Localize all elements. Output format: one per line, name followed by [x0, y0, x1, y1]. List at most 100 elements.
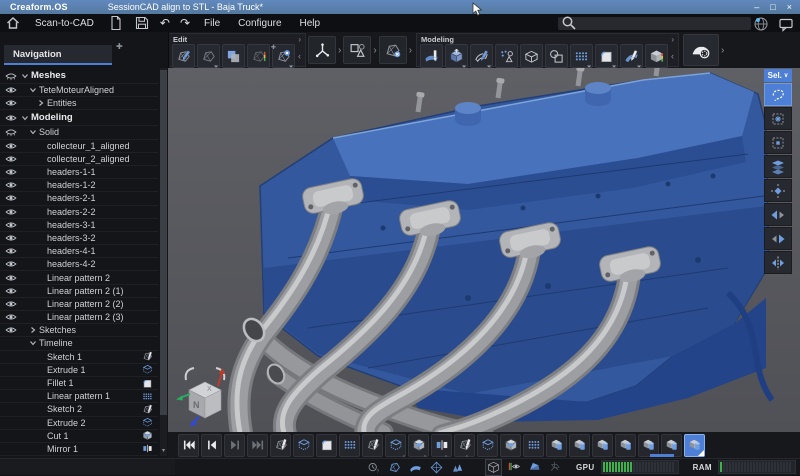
visibility-eye-icon[interactable]: [5, 245, 21, 257]
axis-plane-button[interactable]: [547, 459, 562, 474]
menu-file[interactable]: File: [195, 18, 229, 29]
tab-navigation[interactable]: Navigation: [4, 45, 112, 65]
visibility-eye-icon[interactable]: [5, 97, 21, 109]
cut-button[interactable]: [500, 434, 521, 457]
sketch-button[interactable]: [454, 434, 475, 457]
mesh-diamond-button[interactable]: ˆ: [429, 460, 444, 475]
visibility-eye-icon[interactable]: [5, 258, 21, 270]
subtract-button[interactable]: [569, 434, 590, 457]
tree-item-sketch-2[interactable]: Sketch 2: [0, 403, 158, 416]
extrude-box-button[interactable]: [445, 44, 468, 68]
layers-button[interactable]: [764, 155, 792, 178]
mirror-button[interactable]: [431, 434, 452, 457]
visibility-eye-icon[interactable]: [5, 285, 21, 297]
rect-overlap-button[interactable]: [222, 44, 245, 68]
box-select-arrows-button[interactable]: [764, 107, 792, 130]
subtract-button[interactable]: [615, 434, 636, 457]
visibility-eye-icon[interactable]: [5, 298, 21, 310]
tree-item-sketch-1[interactable]: Sketch 1: [0, 351, 158, 364]
panel-pin-icon[interactable]: [116, 42, 123, 51]
visibility-eye-icon[interactable]: [5, 206, 21, 218]
tree-item-headers-2-1[interactable]: headers-2-1: [0, 192, 158, 205]
tree-scrollbar[interactable]: [160, 68, 167, 456]
group-expand-icon[interactable]: [671, 35, 674, 44]
visibility-eye-icon[interactable]: [5, 140, 21, 152]
skip-start-button[interactable]: [178, 434, 199, 457]
minimize-button[interactable]: –: [754, 0, 759, 14]
tree-item-entities[interactable]: Entities: [0, 97, 158, 110]
visibility-eye-icon[interactable]: [5, 166, 21, 178]
visibility-eye-icon[interactable]: [5, 112, 21, 124]
menu-help[interactable]: Help: [291, 18, 330, 29]
menu-scan-to-cad[interactable]: Scan-to-CAD: [26, 18, 103, 29]
extrude-button[interactable]: [385, 434, 406, 457]
skip-end-button[interactable]: [247, 434, 268, 457]
triad-button[interactable]: [308, 36, 336, 64]
tree-item-headers-4-1[interactable]: headers-4-1: [0, 245, 158, 258]
expander-icon[interactable]: [29, 326, 39, 334]
mirror-halves-button[interactable]: [764, 251, 792, 274]
search-input[interactable]: [577, 17, 741, 29]
expander-icon[interactable]: [21, 114, 31, 122]
vehicle-gear-button[interactable]: [683, 34, 719, 66]
tree-item-meshes[interactable]: Meshes: [0, 68, 158, 84]
cut-button[interactable]: [408, 434, 429, 457]
group-pin-icon[interactable]: [271, 42, 276, 51]
group-collapse-icon[interactable]: [671, 51, 674, 61]
tree-item-linear-pattern-2-1[interactable]: Linear pattern 2 (1): [0, 285, 158, 298]
language-globe-icon[interactable]: [753, 16, 769, 32]
new-document-button[interactable]: [103, 14, 129, 32]
mesh-blob-button[interactable]: ˆ: [387, 460, 402, 475]
tree-item-headers-2-2[interactable]: headers-2-2: [0, 206, 158, 219]
patch-brush-button[interactable]: [470, 44, 493, 68]
open-box-button[interactable]: [520, 44, 543, 68]
cube-boxed-button[interactable]: [485, 459, 502, 476]
3d-viewport[interactable]: X N Sel.∨: [168, 68, 800, 432]
expander-icon[interactable]: [29, 86, 39, 94]
surface-pen-button[interactable]: [420, 44, 443, 68]
group-expand-icon[interactable]: [298, 35, 301, 44]
tree-item-fillet-1[interactable]: Fillet 1: [0, 377, 158, 390]
close-button[interactable]: ×: [787, 0, 792, 14]
expand-diamond-button[interactable]: [764, 179, 792, 202]
shapes-button[interactable]: [343, 36, 371, 64]
tree-item-timeline[interactable]: Timeline: [0, 337, 158, 350]
lasso-select-button[interactable]: [764, 83, 792, 106]
visibility-eye-icon[interactable]: [5, 153, 21, 165]
fillet-button[interactable]: [595, 44, 618, 68]
tree-item-headers-3-2[interactable]: headers-3-2: [0, 232, 158, 245]
tree-item-headers-4-2[interactable]: headers-4-2: [0, 258, 158, 271]
tree-item-tetemoteuraligned[interactable]: TeteMoteurAligned: [0, 84, 158, 97]
feedback-icon[interactable]: [778, 16, 794, 32]
save-button[interactable]: [129, 14, 155, 32]
mesh-triangles-button[interactable]: ˆ: [450, 460, 465, 475]
mesh-fan-button[interactable]: [527, 459, 542, 474]
visibility-eye-icon[interactable]: [5, 219, 21, 231]
visibility-eye-icon[interactable]: [5, 311, 21, 323]
mesh-faded-button[interactable]: [247, 44, 270, 68]
flip-right-button[interactable]: [764, 227, 792, 250]
visibility-eye-icon[interactable]: [5, 192, 21, 204]
tree-item-extrude-2[interactable]: Extrude 2: [0, 417, 158, 430]
tree-item-linear-pattern-2-2[interactable]: Linear pattern 2 (2): [0, 298, 158, 311]
expander-icon[interactable]: [29, 128, 39, 136]
selection-mode-dropdown[interactable]: Sel.∨: [764, 69, 792, 82]
tree-item-sketches[interactable]: Sketches: [0, 324, 158, 337]
mesh-edit-button[interactable]: [379, 36, 407, 64]
grid-dots-button[interactable]: [523, 434, 544, 457]
fillet-button[interactable]: [316, 434, 337, 457]
tree-item-headers-3-1[interactable]: headers-3-1: [0, 219, 158, 232]
tree-item-collecteur-2-aligned[interactable]: collecteur_2_aligned: [0, 153, 158, 166]
flip-left-button[interactable]: [764, 203, 792, 226]
timeline-scrollbar[interactable]: [650, 454, 674, 457]
scrollbar-down-arrow[interactable]: [160, 446, 167, 456]
tree-item-mirror-1[interactable]: Mirror 1: [0, 443, 158, 456]
subtract-button[interactable]: [546, 434, 567, 457]
step-forward-button[interactable]: [224, 434, 245, 457]
dots-shapes-button[interactable]: [495, 44, 518, 68]
tree-item-headers-1-2[interactable]: headers-1-2: [0, 179, 158, 192]
visibility-eye-icon[interactable]: [5, 272, 21, 284]
undo-button[interactable]: ↶: [155, 14, 175, 32]
tree-item-headers-1-1[interactable]: headers-1-1: [0, 166, 158, 179]
tree-item-linear-pattern-2[interactable]: Linear pattern 2: [0, 271, 158, 284]
